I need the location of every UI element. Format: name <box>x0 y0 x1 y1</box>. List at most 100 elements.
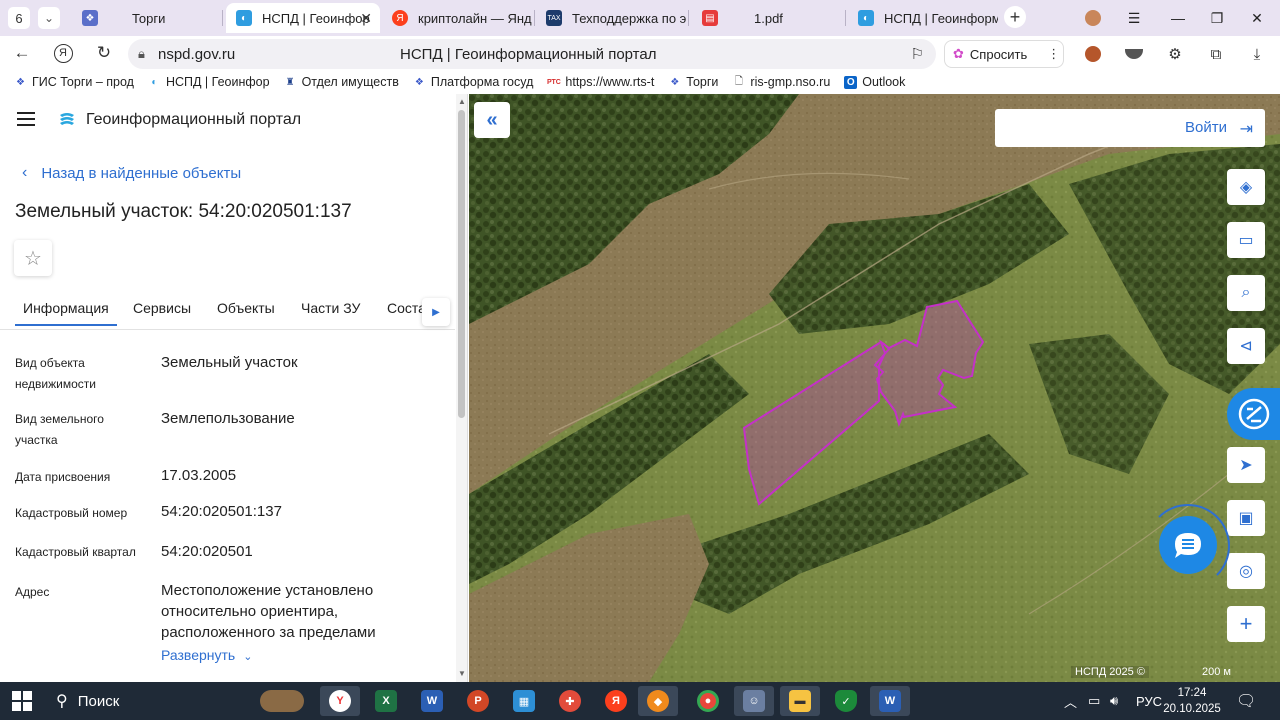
login-bar[interactable]: Войти ⇥ <box>995 109 1265 147</box>
windows-start-icon[interactable] <box>12 691 32 711</box>
tab-composition[interactable]: Соста <box>387 300 426 316</box>
extensions-icon[interactable]: ⚙ <box>1164 44 1186 64</box>
yandex-home-icon[interactable]: Я <box>51 41 75 65</box>
torgi-icon: ❖ <box>16 76 25 88</box>
system-clock[interactable]: 17:24 20.10.2025 <box>1162 685 1222 717</box>
back-arrow-icon[interactable]: ← <box>10 41 34 65</box>
info-value: Местоположение установлено относительно … <box>161 582 376 641</box>
reload-icon[interactable]: ↻ <box>92 41 116 65</box>
tray-chevron-icon[interactable]: ︿ <box>1064 682 1077 720</box>
remote-desktop-icon[interactable]: ☺ <box>734 686 774 716</box>
new-tab-button[interactable]: + <box>1004 6 1026 28</box>
tab-support[interactable]: TAX Техподдержка по э <box>536 3 686 33</box>
tab-services[interactable]: Сервисы <box>133 300 191 316</box>
print-icon[interactable]: ▣ <box>1227 500 1265 536</box>
rts-icon: РТС <box>546 78 561 86</box>
menu-icon[interactable]: ☰ <box>1111 0 1157 36</box>
language-indicator[interactable]: РУС <box>1136 682 1162 720</box>
tab-nspd-active[interactable]: ◐ НСПД | Геоинфор ✕ <box>226 3 380 33</box>
zoom-in-icon[interactable]: + <box>1227 606 1265 642</box>
powerpoint-icon[interactable]: P <box>458 686 498 716</box>
tab-objects[interactable]: Объекты <box>217 300 275 316</box>
ask-button[interactable]: ✿ Спросить ⋮ <box>944 40 1064 68</box>
scale-label: 200 м <box>1202 666 1231 678</box>
back-to-results-link[interactable]: ‹ Назад в найденные объекты <box>22 164 241 182</box>
scroll-thumb[interactable] <box>458 110 465 418</box>
yandex-app-icon[interactable]: Я <box>596 686 636 716</box>
tab-label: Торги <box>132 10 166 26</box>
word-open-icon[interactable]: W <box>870 686 910 716</box>
close-window-icon[interactable]: ✕ <box>1234 0 1280 36</box>
tab-separator <box>534 10 535 26</box>
network-icon[interactable]: ▭ <box>1088 682 1100 720</box>
volume-icon[interactable]: 🔊︎ <box>1110 682 1118 720</box>
yandex-browser-icon[interactable]: Y <box>320 686 360 716</box>
bookmark-item[interactable]: ♜ Отдел имуществ <box>284 75 399 89</box>
geo-search-icon[interactable]: ◎ <box>1227 553 1265 589</box>
vpn-shield-icon[interactable] <box>1123 44 1145 64</box>
assistant-icon[interactable] <box>1227 388 1280 440</box>
tab-parts[interactable]: Части ЗУ <box>301 300 360 316</box>
collections-icon[interactable]: ⧉ <box>1205 44 1227 64</box>
locate-icon[interactable]: ➤ <box>1227 447 1265 483</box>
bookmark-item[interactable]: 🗋︎ ris-gmp.nso.ru <box>732 75 830 89</box>
tab-pdf[interactable]: ▤ 1.pdf <box>692 3 842 33</box>
tab-label: Техподдержка по э <box>572 10 686 26</box>
bookmark-item[interactable]: РТС https://www.rts-t <box>547 75 654 89</box>
tab-nspd-2[interactable]: ◐ НСПД | Геоинформ <box>848 3 998 33</box>
assistant-glyph-icon <box>1238 398 1269 430</box>
tab-separator <box>222 10 223 26</box>
office-hub-icon[interactable]: ✚ <box>550 686 590 716</box>
taskbar-search[interactable]: ⚲ Поиск <box>48 682 234 720</box>
lock-icon[interactable]: 🔒︎ <box>138 46 145 62</box>
object-title: Земельный участок: 54:20:020501:137 <box>15 201 352 222</box>
nspd-icon: ◐ <box>858 10 874 26</box>
object-panel: Геоинформационный портал ‹ Назад в найде… <box>0 94 468 682</box>
parcel-outline[interactable] <box>469 94 1280 682</box>
torch-icon[interactable]: ◆ <box>638 686 678 716</box>
bookmark-item[interactable]: ❖ Торги <box>668 75 718 89</box>
chat-button[interactable] <box>1159 516 1217 574</box>
expand-link[interactable]: Развернуть ⌄ <box>161 647 252 663</box>
tab-count-badge[interactable]: 6 <box>8 7 30 29</box>
satellite-map[interactable]: « Войти ⇥ ◈ ▭ ⌕ ⊲ ➤ ▣ ◎ + НСПД 2025 © 20… <box>469 94 1280 682</box>
info-label: Дата присвоения <box>15 470 111 484</box>
zoom-select-icon[interactable]: ⌕ <box>1227 275 1265 311</box>
more-vertical-icon[interactable]: ⋮ <box>1047 46 1060 62</box>
url-field[interactable]: 🔒︎ nspd.gov.ru НСПД | Геоинформационный … <box>128 39 936 69</box>
profile-avatar-icon[interactable] <box>1070 0 1116 36</box>
parcel-polygon[interactable] <box>742 299 985 506</box>
sloth-widget-icon[interactable] <box>252 686 312 716</box>
scroll-down-icon[interactable]: ▼ <box>458 669 466 678</box>
extension-avatar-icon[interactable] <box>1082 44 1104 64</box>
file-explorer-icon[interactable]: ▬ <box>780 686 820 716</box>
ruler-icon[interactable]: ▭ <box>1227 222 1265 258</box>
tab-yandex[interactable]: Я криптолайн — Янде <box>382 3 532 33</box>
close-tab-icon[interactable]: ✕ <box>360 10 372 27</box>
collapse-panel-icon[interactable]: « <box>474 102 510 138</box>
layers-icon[interactable]: ◈ <box>1227 169 1265 205</box>
bookmark-item[interactable]: ❖ Платформа госуд <box>413 75 534 89</box>
favorite-star-icon[interactable]: ☆ <box>14 240 52 276</box>
bookmark-icon[interactable]: ⚐ <box>911 45 924 63</box>
notifications-icon[interactable]: 🗨︎ <box>1236 691 1256 711</box>
tabs-scroll-right-icon[interactable]: ▶ <box>422 298 450 326</box>
tab-list-chevron-icon[interactable]: ⌄ <box>38 7 60 29</box>
bookmark-item[interactable]: ❖ ГИС Торги – прод <box>14 75 134 89</box>
scroll-up-icon[interactable]: ▲ <box>458 97 466 106</box>
chrome-icon[interactable]: ● <box>688 686 728 716</box>
bookmark-label: https://www.rts-t <box>565 75 655 89</box>
bookmark-item[interactable]: O Outlook <box>844 75 905 89</box>
panel-scrollbar[interactable]: ▲ ▼ <box>456 94 467 682</box>
tab-torgi[interactable]: ❖ Торги <box>72 3 220 33</box>
tab-information[interactable]: Информация <box>15 300 117 326</box>
contacts-icon[interactable]: ▦ <box>504 686 544 716</box>
download-icon[interactable]: ⤓ <box>1246 44 1268 64</box>
share-icon[interactable]: ⊲ <box>1227 328 1265 364</box>
bookmark-item[interactable]: ◐ НСПД | Геоинфор <box>148 75 269 89</box>
hamburger-menu-icon[interactable] <box>17 112 35 126</box>
address-bar: ← Я ↻ 🔒︎ nspd.gov.ru НСПД | Геоинформаци… <box>0 36 1280 70</box>
security-shield-icon[interactable]: ✓ <box>826 686 866 716</box>
word-icon[interactable]: W <box>412 686 452 716</box>
excel-icon[interactable]: X <box>366 686 406 716</box>
